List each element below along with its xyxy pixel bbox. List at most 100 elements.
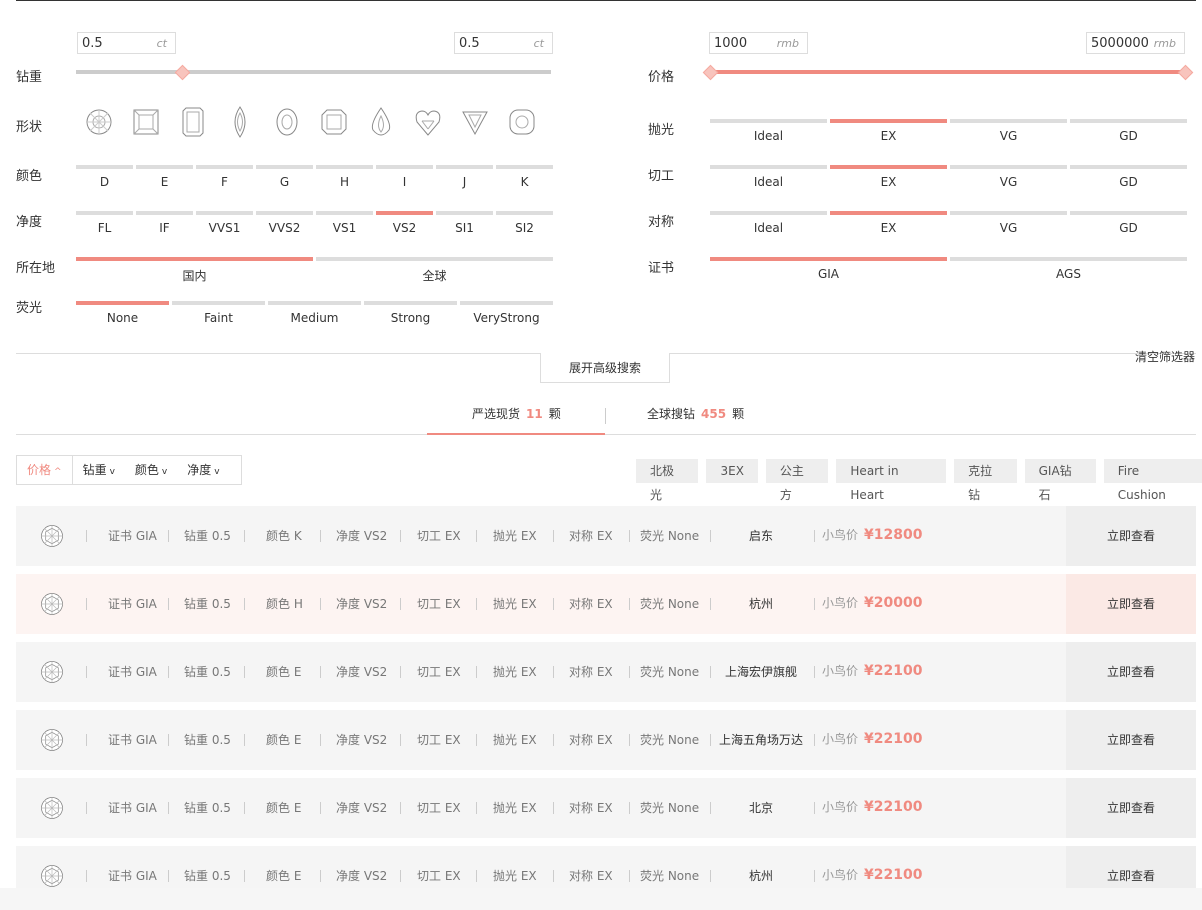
cut-option-vg[interactable]: VG [950,165,1067,191]
quick-tag[interactable]: 3EX [706,459,757,483]
clarity-option-vs2[interactable]: VS2 [376,211,433,237]
fluorescence-option-none[interactable]: None [76,301,169,327]
polish-option-gd[interactable]: GD [1070,119,1187,145]
option-label: GIA [710,267,947,281]
option-bar [364,301,457,305]
row-polish: 抛光 EX [493,663,537,680]
sort-carat-button[interactable]: 钻重v [73,456,125,484]
top-border [16,0,1196,1]
price-min-input[interactable]: 1000 rmb [709,32,808,54]
cert-option-gia[interactable]: GIA [710,257,947,283]
trillion-shape-icon[interactable] [455,102,495,142]
carat-min-input[interactable]: 0.5 ct [77,32,176,54]
clarity-option-si1[interactable]: SI1 [436,211,493,237]
cushion-shape-icon[interactable] [502,102,542,142]
view-now-button[interactable]: 立即查看 [1066,506,1196,566]
cut-option-ideal[interactable]: Ideal [710,165,827,191]
diamond-row[interactable]: 证书 GIA钻重 0.5颜色 E净度 VS2切工 EX抛光 EX对称 EX荧光 … [16,778,1196,838]
view-now-button[interactable]: 立即查看 [1066,778,1196,838]
color-option-g[interactable]: G [256,165,313,191]
polish-option-vg[interactable]: VG [950,119,1067,145]
price-value: 12800 [874,527,923,543]
cert-option-ags[interactable]: AGS [950,257,1187,283]
fluorescence-option-medium[interactable]: Medium [268,301,361,327]
color-option-i[interactable]: I [376,165,433,191]
tab-global-search[interactable]: 全球搜钻455颗 [647,405,744,422]
quick-tag[interactable]: 克拉钻 [954,459,1016,483]
color-option-f[interactable]: F [196,165,253,191]
marquise-shape-icon[interactable] [220,102,260,142]
sort-color-button[interactable]: 颜色v [125,456,177,484]
fluorescence-option-faint[interactable]: Faint [172,301,265,327]
carat-slider-track[interactable] [76,70,551,74]
column-separator [400,734,401,746]
symmetry-option-ideal[interactable]: Ideal [710,211,827,237]
location-option-国内[interactable]: 国内 [76,257,313,283]
sort-clarity-button[interactable]: 净度v [177,456,229,484]
quick-tag[interactable]: 公主方 [766,459,828,483]
price-max-input[interactable]: 5000000 rmb [1086,32,1185,54]
clarity-option-vs1[interactable]: VS1 [316,211,373,237]
pear-shape-icon[interactable] [361,102,401,142]
column-separator [476,870,477,882]
carat-max-input[interactable]: 0.5 ct [454,32,553,54]
carat-label: 钻重 [16,66,42,85]
quick-tag[interactable]: Heart in Heart [836,459,946,483]
diamond-row[interactable]: 证书 GIA钻重 0.5颜色 H净度 VS2切工 EX抛光 EX对称 EX荧光 … [16,574,1196,634]
price-slider-thumb-max[interactable] [1178,65,1194,81]
clarity-option-vvs1[interactable]: VVS1 [196,211,253,237]
cut-option-ex[interactable]: EX [830,165,947,191]
quick-tag[interactable]: Fire Cushion [1104,459,1202,483]
location-option-全球[interactable]: 全球 [316,257,553,283]
color-option-k[interactable]: K [496,165,553,191]
view-now-button[interactable]: 立即查看 [1066,574,1196,634]
tab-in-stock[interactable]: 严选现货11颗 [472,405,561,422]
color-option-d[interactable]: D [76,165,133,191]
view-now-button[interactable]: 立即查看 [1066,710,1196,770]
round-shape-icon[interactable] [79,102,119,142]
polish-option-ex[interactable]: EX [830,119,947,145]
option-label: EX [830,129,947,143]
chevron-down-icon: v [214,467,219,477]
diamond-row[interactable]: 证书 GIA钻重 0.5颜色 K净度 VS2切工 EX抛光 EX对称 EX荧光 … [16,506,1196,566]
cut-option-gd[interactable]: GD [1070,165,1187,191]
clarity-option-vvs2[interactable]: VVS2 [256,211,313,237]
symmetry-option-ex[interactable]: EX [830,211,947,237]
color-option-j[interactable]: J [436,165,493,191]
diamond-row[interactable]: 证书 GIA钻重 0.5颜色 E净度 VS2切工 EX抛光 EX对称 EX荧光 … [16,642,1196,702]
view-now-button[interactable]: 立即查看 [1066,642,1196,702]
chevron-down-icon: v [162,467,167,477]
row-fluo: 荧光 None [640,799,699,816]
color-option-e[interactable]: E [136,165,193,191]
quick-tag[interactable]: GIA钻石 [1025,459,1096,483]
polish-option-ideal[interactable]: Ideal [710,119,827,145]
column-separator [400,530,401,542]
column-separator [168,530,169,542]
price-slider-track[interactable] [710,70,1186,74]
clarity-option-if[interactable]: IF [136,211,193,237]
carat-slider-thumb[interactable] [175,65,191,81]
color-option-h[interactable]: H [316,165,373,191]
option-label: F [196,175,253,189]
princess-shape-icon[interactable] [126,102,166,142]
asscher-shape-icon[interactable] [314,102,354,142]
fluorescence-option-strong[interactable]: Strong [364,301,457,327]
fluorescence-option-verystrong[interactable]: VeryStrong [460,301,553,327]
oval-shape-icon[interactable] [267,102,307,142]
price-slider-thumb-min[interactable] [703,65,719,81]
clear-filters-link[interactable]: 清空筛选器 [1135,348,1195,365]
expand-advanced-search-button[interactable]: 展开高级搜索 [540,353,670,383]
clarity-option-si2[interactable]: SI2 [496,211,553,237]
diamond-row[interactable]: 证书 GIA钻重 0.5颜色 E净度 VS2切工 EX抛光 EX对称 EX荧光 … [16,710,1196,770]
symmetry-option-gd[interactable]: GD [1070,211,1187,237]
symmetry-option-vg[interactable]: VG [950,211,1067,237]
option-bar [316,257,553,261]
row-fluo: 荧光 None [640,731,699,748]
quick-tag[interactable]: 北极光 [636,459,698,483]
emerald-shape-icon[interactable] [173,102,213,142]
sort-price-button[interactable]: 价格^ [17,456,73,484]
column-separator [400,666,401,678]
heart-shape-icon[interactable] [408,102,448,142]
column-separator [629,870,630,882]
clarity-option-fl[interactable]: FL [76,211,133,237]
